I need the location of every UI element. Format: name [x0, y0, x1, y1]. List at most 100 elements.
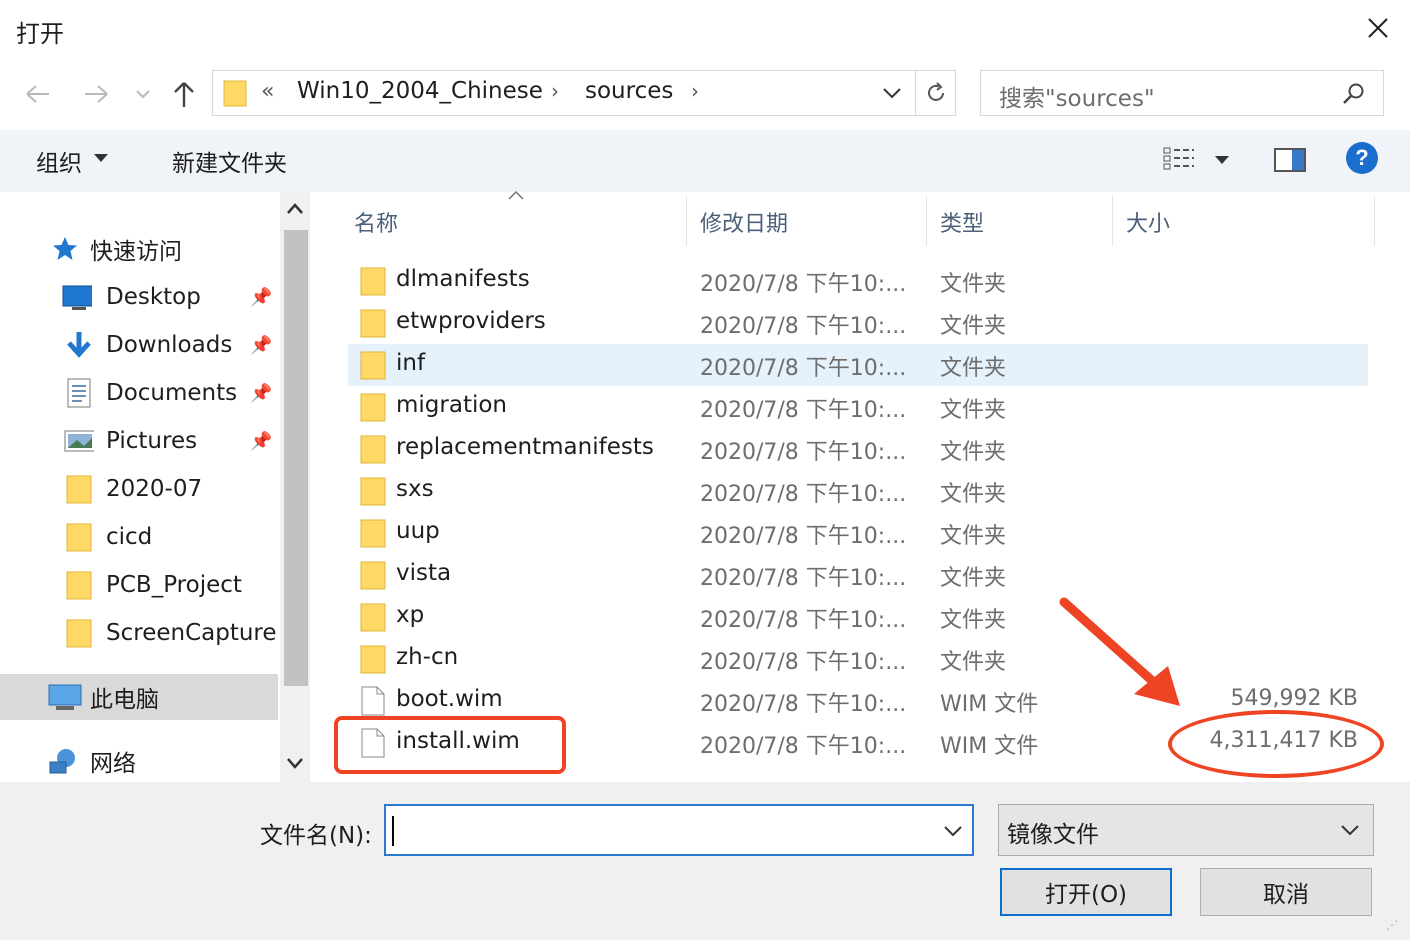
nav-scrollbar-thumb[interactable]: [284, 230, 308, 686]
column-divider[interactable]: [1112, 196, 1113, 246]
folder-icon: [360, 309, 386, 338]
nav-label: Desktop: [106, 284, 201, 310]
arrow-up-icon: [174, 82, 194, 107]
folder-icon: [66, 523, 92, 552]
file-row[interactable]: xp 2020/7/8 下午10:... 文件夹: [348, 596, 1368, 638]
nav-network[interactable]: 网络: [0, 738, 278, 784]
highlight-rectangle: [334, 716, 566, 774]
file-name: inf: [396, 350, 426, 376]
nav-quick-access[interactable]: 快速访问: [0, 226, 278, 272]
column-divider[interactable]: [1374, 196, 1375, 246]
nav-item-desktop[interactable]: Desktop 📌: [0, 274, 278, 320]
forward-button[interactable]: [76, 74, 116, 114]
pin-icon: 📌: [250, 430, 273, 452]
breadcrumb-separator[interactable]: ›: [551, 79, 559, 103]
chevron-down-icon: [136, 90, 150, 99]
file-type: WIM 文件: [940, 692, 1039, 717]
file-type: 文件夹: [940, 440, 1007, 465]
nav-label: 此电脑: [90, 687, 159, 713]
search-icon[interactable]: [1341, 81, 1367, 107]
breadcrumb-separator[interactable]: ›: [691, 79, 699, 103]
up-button[interactable]: [164, 74, 204, 114]
scroll-up-icon[interactable]: [284, 198, 306, 220]
organize-menu[interactable]: 组织: [36, 144, 82, 178]
column-header-type[interactable]: 类型: [940, 206, 984, 238]
column-header-name[interactable]: 名称: [354, 206, 398, 238]
file-row[interactable]: etwproviders 2020/7/8 下午10:... 文件夹: [348, 302, 1368, 344]
address-bar[interactable]: « Win10_2004_Chinese › sources ›: [212, 70, 916, 116]
refresh-button[interactable]: [916, 70, 956, 116]
desktop-icon: [62, 285, 92, 310]
file-row[interactable]: sxs 2020/7/8 下午10:... 文件夹: [348, 470, 1368, 512]
annotation-arrow-icon: [1059, 597, 1180, 706]
resize-grip-icon[interactable]: ⋰: [1386, 918, 1398, 932]
nav-label: Downloads: [106, 332, 233, 358]
column-header-modified[interactable]: 修改日期: [700, 206, 788, 238]
filetype-select[interactable]: 镜像文件: [998, 804, 1374, 856]
file-type: 文件夹: [940, 566, 1007, 591]
caret-down-icon[interactable]: [1215, 156, 1229, 164]
cancel-button[interactable]: 取消: [1200, 868, 1372, 916]
folder-icon: [360, 267, 386, 296]
download-icon: [67, 332, 91, 358]
filename-input[interactable]: [384, 804, 974, 856]
back-button[interactable]: [18, 74, 58, 114]
file-type: 文件夹: [940, 356, 1007, 381]
file-row[interactable]: dlmanifests 2020/7/8 下午10:... 文件夹: [348, 260, 1368, 302]
recent-locations-button[interactable]: [128, 74, 158, 114]
help-icon[interactable]: ?: [1346, 142, 1378, 174]
view-details-icon[interactable]: [1162, 146, 1196, 172]
scroll-down-icon[interactable]: [284, 752, 306, 774]
file-type: 文件夹: [940, 398, 1007, 423]
address-overflow[interactable]: «: [261, 79, 274, 104]
new-folder-button[interactable]: 新建文件夹: [172, 144, 287, 178]
command-bar: 组织 新建文件夹 ?: [0, 130, 1410, 192]
nav-label: 快速访问: [90, 239, 182, 265]
pin-icon: 📌: [250, 334, 273, 356]
file-row[interactable]: vista 2020/7/8 下午10:... 文件夹: [348, 554, 1368, 596]
file-type: 文件夹: [940, 608, 1007, 633]
file-list: 名称 修改日期 类型 大小 dlmanifests 2020/7/8 下午10:.…: [316, 190, 1410, 782]
file-row[interactable]: replacementmanifests 2020/7/8 下午10:... 文件夹: [348, 428, 1368, 470]
arrow-right-icon: [85, 85, 108, 103]
file-row[interactable]: inf 2020/7/8 下午10:... 文件夹: [348, 344, 1368, 386]
sort-ascending-icon: [508, 190, 524, 200]
column-divider[interactable]: [686, 196, 687, 246]
column-header-size[interactable]: 大小: [1126, 206, 1170, 238]
filename-label: 文件名(N):: [260, 823, 372, 849]
file-modified: 2020/7/8 下午10:...: [700, 356, 907, 381]
file-icon: [361, 686, 385, 716]
nav-item-downloads[interactable]: Downloads 📌: [0, 322, 278, 368]
open-button[interactable]: 打开(O): [1000, 868, 1172, 916]
nav-item-pcb-project[interactable]: PCB_Project: [0, 562, 278, 608]
folder-icon: [360, 645, 386, 674]
nav-item-cicd[interactable]: cicd: [0, 514, 278, 560]
breadcrumb-win10-2004-chinese[interactable]: Win10_2004_Chinese: [297, 78, 543, 104]
search-input[interactable]: 搜索"sources": [980, 70, 1384, 116]
nav-item-pictures[interactable]: Pictures 📌: [0, 418, 278, 464]
nav-item-documents[interactable]: Documents 📌: [0, 370, 278, 416]
file-name: vista: [396, 560, 452, 586]
preview-pane-icon[interactable]: [1274, 148, 1306, 172]
nav-label: cicd: [106, 524, 153, 550]
nav-item-screencapture[interactable]: ScreenCapture: [0, 610, 278, 656]
nav-this-pc[interactable]: 此电脑: [0, 674, 278, 720]
caret-down-icon[interactable]: [94, 154, 108, 162]
breadcrumb-sources[interactable]: sources: [585, 78, 673, 104]
close-button[interactable]: [1358, 8, 1398, 48]
folder-icon: [66, 571, 92, 600]
window-title: 打开: [16, 20, 64, 48]
file-modified: 2020/7/8 下午10:...: [700, 440, 907, 465]
file-modified: 2020/7/8 下午10:...: [700, 482, 907, 507]
nav-item-2020-07[interactable]: 2020-07: [0, 466, 278, 512]
network-icon: [49, 749, 75, 774]
chevron-down-icon[interactable]: [881, 81, 903, 105]
file-row[interactable]: migration 2020/7/8 下午10:... 文件夹: [348, 386, 1368, 428]
column-divider[interactable]: [926, 196, 927, 246]
close-icon: [1368, 18, 1388, 38]
computer-icon: [48, 684, 82, 710]
chevron-down-icon[interactable]: [942, 820, 964, 842]
file-row[interactable]: zh-cn 2020/7/8 下午10:... 文件夹: [348, 638, 1368, 680]
file-name: etwproviders: [396, 308, 546, 334]
file-row[interactable]: uup 2020/7/8 下午10:... 文件夹: [348, 512, 1368, 554]
